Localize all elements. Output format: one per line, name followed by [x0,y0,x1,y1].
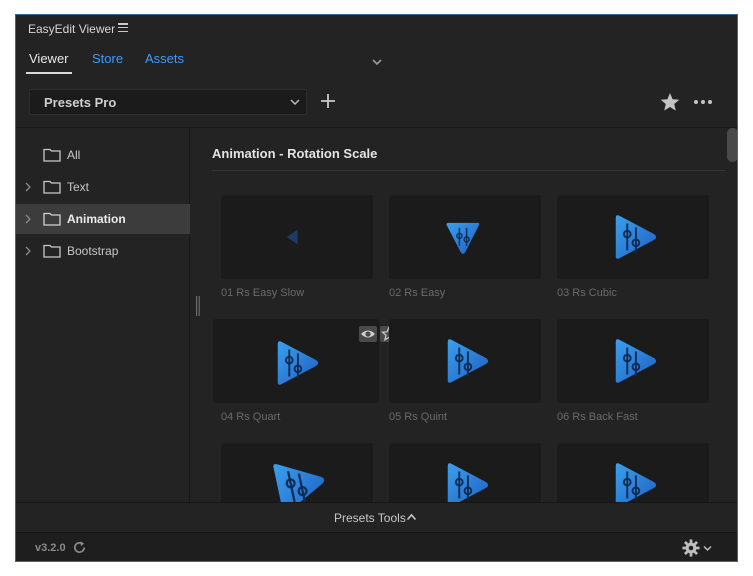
preset-thumbnail [557,443,709,502]
preset-label: 03 Rs Cubic [557,287,617,299]
play-logo-icon [447,463,489,502]
chevron-down-icon[interactable] [371,57,383,67]
preset-thumbnail [557,195,709,279]
title-bar: EasyEdit Viewer [16,15,737,43]
category-sidebar: All Text Animation Bootstrap [16,128,190,502]
status-bar: v3.2.0 [16,532,737,561]
preset-pack-select[interactable]: Presets Pro [29,89,307,115]
preset-label: 02 Rs Easy [389,287,446,299]
chevron-down-icon [290,99,300,106]
refresh-icon[interactable] [72,540,87,555]
more-icon[interactable] [692,93,714,111]
preset-grid-area: Animation - Rotation Scale 01 Rs Easy Sl… [190,128,726,502]
folder-icon [43,180,61,194]
gear-icon[interactable] [682,539,700,557]
play-logo-icon [615,215,657,259]
sidebar-item-text[interactable]: Text [16,172,190,202]
preset-label: 05 Rs Quint [389,411,448,423]
folder-icon [43,148,61,162]
toolbar: Presets Pro [16,85,737,121]
chevron-down-icon[interactable] [703,545,712,552]
play-logo-icon [615,339,657,383]
version-label: v3.2.0 [35,542,66,554]
scrollbar-thumb[interactable] [727,128,737,162]
sidebar-item-all[interactable]: All [16,140,190,170]
tab-store[interactable]: Store [92,51,123,66]
play-logo-icon [273,464,325,502]
play-logo-icon [277,341,319,385]
preset-label: 04 Rs Quart [221,411,281,423]
sidebar-item-animation[interactable]: Animation [16,204,190,234]
play-logo-icon [447,339,489,383]
preset-thumbnail [221,195,373,279]
preset-thumbnail [389,195,541,279]
sidebar-item-label: Bootstrap [67,244,119,258]
add-icon[interactable] [319,92,337,110]
sidebar-item-label: Text [67,180,90,194]
chevron-right-icon[interactable] [24,182,32,192]
panel-menu-icon[interactable] [118,23,128,33]
extension-panel: EasyEdit Viewer Viewer Store Assets Pres… [15,14,738,562]
preset-thumbnail [389,443,541,502]
play-logo-icon [446,222,480,254]
preset-thumbnail [557,319,709,403]
preset-pack-selected: Presets Pro [44,95,117,110]
preset-label: 06 Rs Back Fast [557,411,638,423]
preview-eye-icon[interactable] [359,326,377,342]
folder-icon [43,212,61,226]
folder-icon [43,244,61,258]
tab-viewer[interactable]: Viewer [29,51,69,66]
section-title: Animation - Rotation Scale [212,146,378,161]
divider [212,170,725,171]
presets-tools-bar[interactable]: Presets Tools [16,502,737,532]
sidebar-item-label: All [67,148,81,162]
chevron-up-icon[interactable] [406,513,417,521]
chevron-right-icon[interactable] [24,214,32,224]
vertical-scrollbar[interactable] [726,128,737,502]
preset-thumbnail [221,443,373,502]
app-title: EasyEdit Viewer [28,22,116,36]
preset-label: 01 Rs Easy Slow [221,287,305,299]
play-logo-icon [286,229,298,245]
chevron-right-icon[interactable] [24,246,32,256]
star-icon[interactable] [659,91,681,113]
preset-thumbnail [389,319,541,403]
tab-assets[interactable]: Assets [145,51,184,66]
sidebar-item-label: Animation [67,212,126,226]
active-tab-indicator [26,72,72,74]
presets-tools-toggle[interactable]: Presets Tools [334,511,406,525]
play-logo-icon [615,463,657,502]
preset-thumbnail [213,319,379,403]
sidebar-item-bootstrap[interactable]: Bootstrap [16,236,190,266]
